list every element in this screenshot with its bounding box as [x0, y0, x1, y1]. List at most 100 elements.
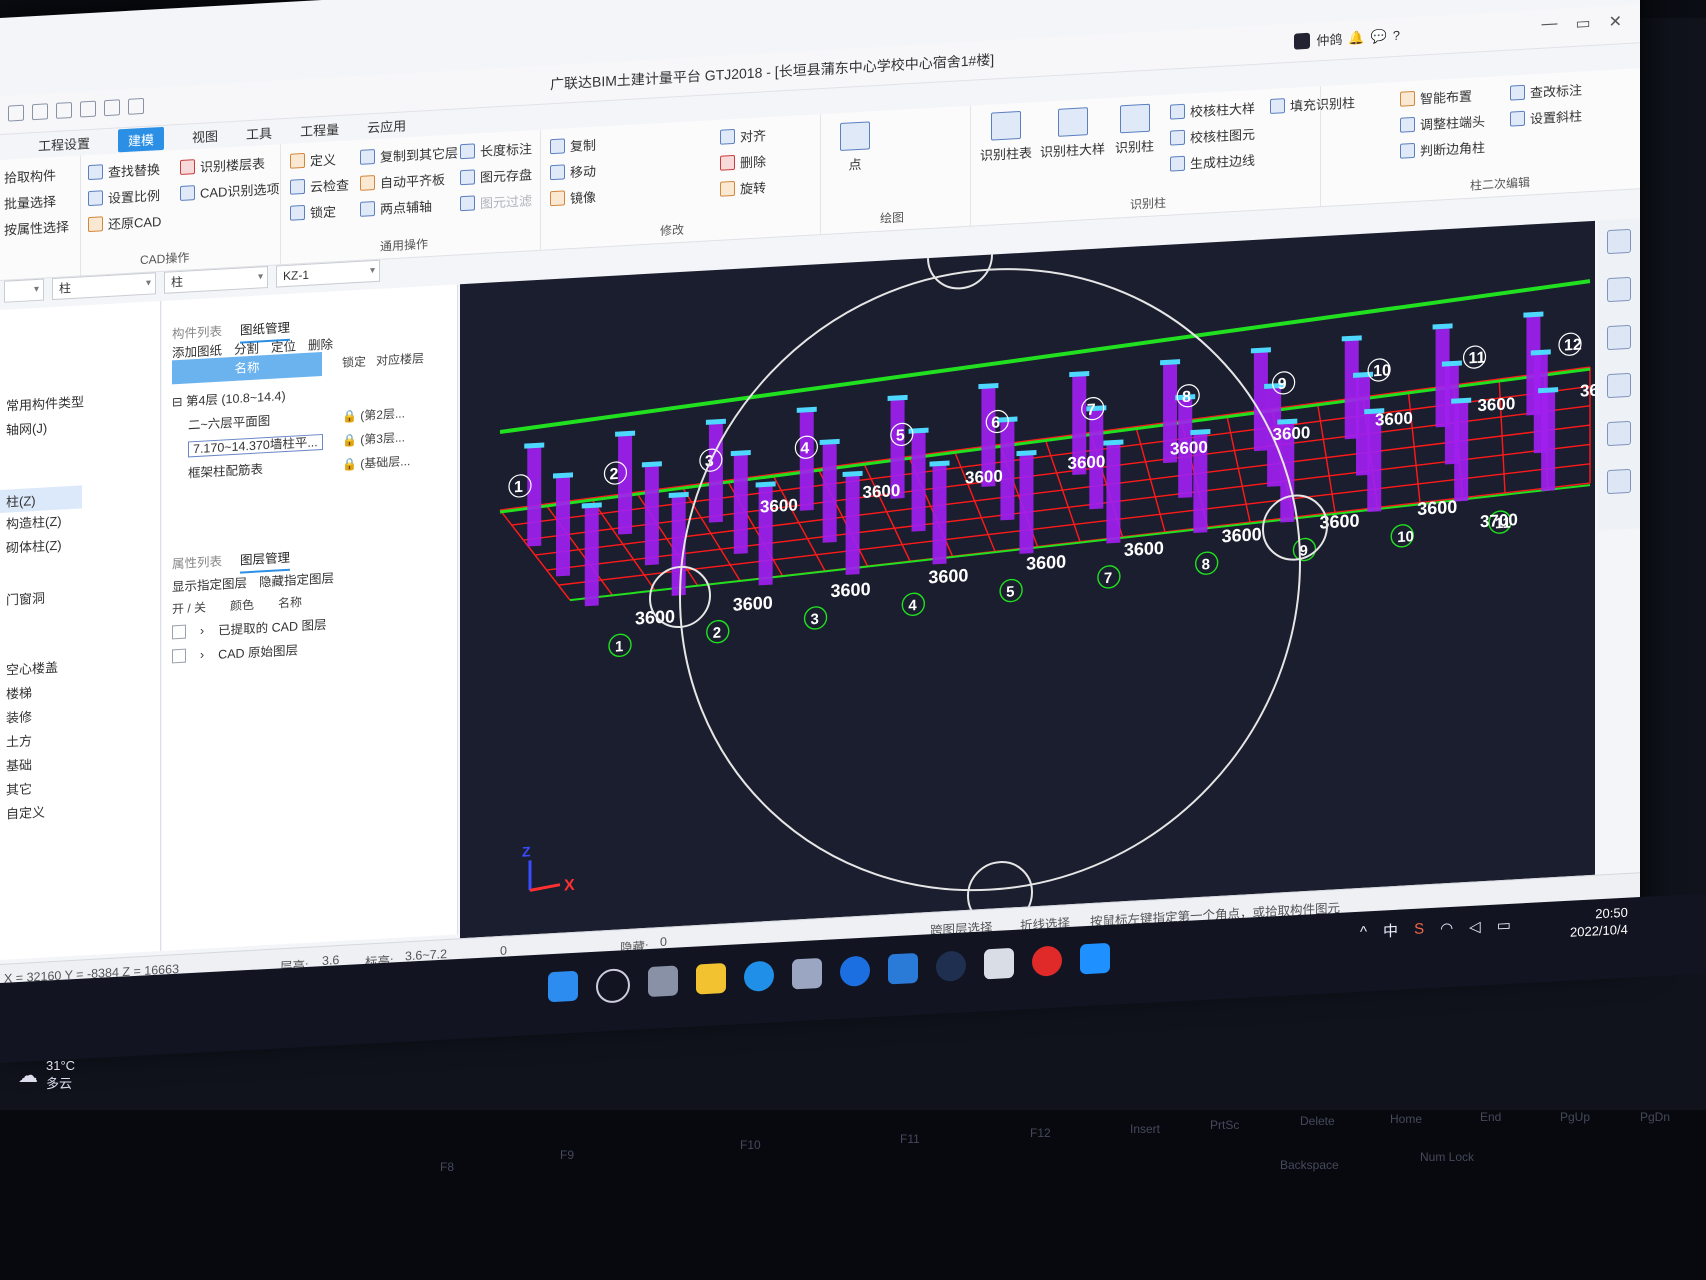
expand-icon[interactable]: › — [200, 647, 204, 661]
cloud-check-button[interactable]: 云检查 — [290, 174, 349, 196]
pick-component-button[interactable]: 拾取构件 — [4, 165, 56, 187]
fill-identify-column-button[interactable]: 填充识别柱 — [1270, 92, 1355, 116]
batch-select-button[interactable]: 批量选择 — [4, 191, 56, 213]
rotate-button[interactable]: 旋转 — [720, 177, 766, 199]
tab-property-list[interactable]: 属性列表 — [172, 548, 222, 578]
sidebar-item-hollow-slab[interactable]: 空心楼盖 — [6, 657, 58, 679]
feishu-icon[interactable] — [840, 955, 870, 987]
sidebar-item-openings[interactable]: 门窗洞 — [6, 587, 45, 608]
sidebar-item-column[interactable]: 柱(Z) — [0, 485, 82, 513]
orbit-icon[interactable] — [1607, 228, 1631, 255]
category-select[interactable]: 柱 — [52, 272, 156, 301]
mirror-button[interactable]: 镜像 — [550, 187, 596, 209]
gtj-app-icon[interactable] — [1080, 942, 1110, 975]
sidebar-item-earthwork[interactable]: 土方 — [6, 730, 32, 750]
lock-button[interactable]: 锁定 — [290, 201, 336, 223]
sidebar-item-masonry-column[interactable]: 砌体柱(Z) — [6, 535, 62, 557]
help-icon[interactable]: ? — [1393, 28, 1400, 43]
set-inclined-column-button[interactable]: 设置斜柱 — [1510, 106, 1582, 129]
windows-start-icon[interactable] — [548, 970, 578, 1003]
two-point-axis-button[interactable]: 两点辅轴 — [360, 196, 432, 219]
sidebar-item-finishes[interactable]: 装修 — [6, 706, 32, 726]
sidebar-item-custom[interactable]: 自定义 — [6, 801, 45, 822]
restore-cad-button[interactable]: 还原CAD — [88, 211, 161, 234]
select-by-property-button[interactable]: 按属性选择 — [4, 216, 69, 239]
menu-quantities[interactable]: 工程量 — [300, 119, 339, 140]
2d-view-icon[interactable] — [1607, 276, 1631, 303]
task-view-icon[interactable] — [648, 965, 678, 998]
sidebar-item-foundation[interactable]: 基础 — [6, 754, 32, 774]
weather-widget[interactable]: ☁ 31°C 多云 — [18, 1058, 75, 1092]
battery-icon[interactable]: ▭ — [1497, 915, 1511, 934]
search-icon[interactable] — [596, 967, 630, 1004]
file-explorer-icon[interactable] — [696, 962, 726, 995]
sidebar-item-other[interactable]: 其它 — [6, 778, 32, 798]
cube-icon[interactable] — [1607, 372, 1631, 399]
3d-view-icon[interactable] — [1607, 324, 1631, 351]
chevron-up-icon[interactable]: ^ — [1360, 923, 1367, 940]
find-replace-button[interactable]: 查找替换 — [88, 159, 160, 182]
generate-column-edge-button[interactable]: 生成柱边线 — [1170, 150, 1255, 174]
judge-corner-column-button[interactable]: 判断边角柱 — [1400, 137, 1485, 161]
taskbar-clock[interactable]: 20:50 2022/10/4 — [1570, 904, 1628, 941]
sidebar-item-common-types[interactable]: 常用构件类型 — [6, 391, 84, 414]
notepad-icon[interactable] — [984, 947, 1014, 980]
identify-column-detail-button[interactable]: 识别柱大样 — [1040, 106, 1105, 161]
copy-button[interactable]: 复制 — [550, 135, 596, 157]
menu-tools[interactable]: 工具 — [246, 122, 272, 142]
level-select[interactable] — [4, 278, 44, 303]
minimize-button[interactable]: — — [1541, 15, 1557, 36]
menu-project-settings[interactable]: 工程设置 — [38, 132, 90, 154]
3d-viewport[interactable]: 1 2 3 4 5 6 7 8 9 10 11 12 1 3600 2 3600 3 3600 4 3600 5 3600… — [460, 220, 1595, 940]
sidebar-item-stairs[interactable]: 楼梯 — [6, 682, 32, 702]
identify-floor-table-button[interactable]: 识别楼层表 — [180, 153, 265, 177]
sum-icon[interactable] — [104, 99, 120, 117]
viewport-canvas[interactable]: 1234567891011121360023600336004360053600… — [460, 221, 1595, 939]
type-select[interactable]: 柱 — [164, 266, 268, 294]
define-button[interactable]: 定义 — [290, 149, 336, 171]
move-button[interactable]: 移动 — [550, 161, 596, 183]
maximize-button[interactable]: ▭ — [1575, 13, 1590, 34]
identify-column-button[interactable]: 识别柱 — [1115, 103, 1154, 156]
set-scale-button[interactable]: 设置比例 — [88, 185, 160, 208]
identify-column-table-button[interactable]: 识别柱表 — [980, 110, 1032, 164]
redo-icon[interactable] — [80, 100, 96, 118]
sidebar-item-construction-column[interactable]: 构造柱(Z) — [6, 511, 62, 533]
sidebar-item-grid[interactable]: 轴网(J) — [6, 417, 47, 438]
tab-layer-management[interactable]: 图层管理 — [240, 543, 291, 574]
menu-view[interactable]: 视图 — [192, 125, 218, 145]
home-icon[interactable] — [8, 104, 24, 122]
align-button[interactable]: 对齐 — [720, 125, 766, 147]
check-column-detail-button[interactable]: 校核柱大样 — [1170, 98, 1255, 122]
edit-annotation-button[interactable]: 查改标注 — [1510, 80, 1582, 103]
auto-align-slab-button[interactable]: 自动平齐板 — [360, 169, 445, 193]
check-column-element-button[interactable]: 校核柱图元 — [1170, 124, 1255, 148]
table-icon[interactable] — [128, 97, 144, 115]
netease-music-icon[interactable] — [1032, 945, 1062, 977]
bell-icon[interactable]: 🔔 — [1348, 29, 1364, 46]
smart-layout-button[interactable]: 智能布置 — [1400, 86, 1472, 109]
length-dimension-button[interactable]: 长度标注 — [460, 138, 532, 161]
rotate-view-icon[interactable] — [1607, 420, 1631, 447]
adjust-column-end-button[interactable]: 调整柱端头 — [1400, 111, 1485, 135]
filter-element-button[interactable]: 图元过滤 — [460, 190, 532, 213]
menu-modeling[interactable]: 建模 — [118, 126, 165, 152]
cad-options-button[interactable]: CAD识别选项 — [180, 178, 279, 203]
point-draw-button[interactable]: 点 — [840, 121, 870, 174]
steam-icon[interactable] — [936, 950, 966, 982]
layer-checkbox[interactable] — [172, 648, 186, 663]
edge-icon[interactable] — [744, 960, 774, 993]
show-layer-button[interactable]: 显示指定图层 — [172, 572, 247, 595]
user-account[interactable]: 仲鸽 🔔 💬 ? — [1294, 26, 1400, 51]
cad-app-icon[interactable] — [888, 952, 918, 985]
wifi-icon[interactable]: ◠ — [1440, 918, 1453, 937]
save-icon[interactable] — [32, 103, 48, 121]
name-select[interactable]: KZ-1 — [276, 259, 380, 288]
layer-checkbox[interactable] — [172, 624, 186, 639]
close-button[interactable]: ✕ — [1609, 11, 1622, 32]
sogou-icon[interactable]: S — [1414, 920, 1424, 938]
expand-icon[interactable]: › — [200, 623, 204, 637]
copy-to-layer-button[interactable]: 复制到其它层 — [360, 142, 458, 166]
delete-button[interactable]: 删除 — [720, 151, 766, 173]
layout-icon[interactable] — [1607, 468, 1631, 495]
